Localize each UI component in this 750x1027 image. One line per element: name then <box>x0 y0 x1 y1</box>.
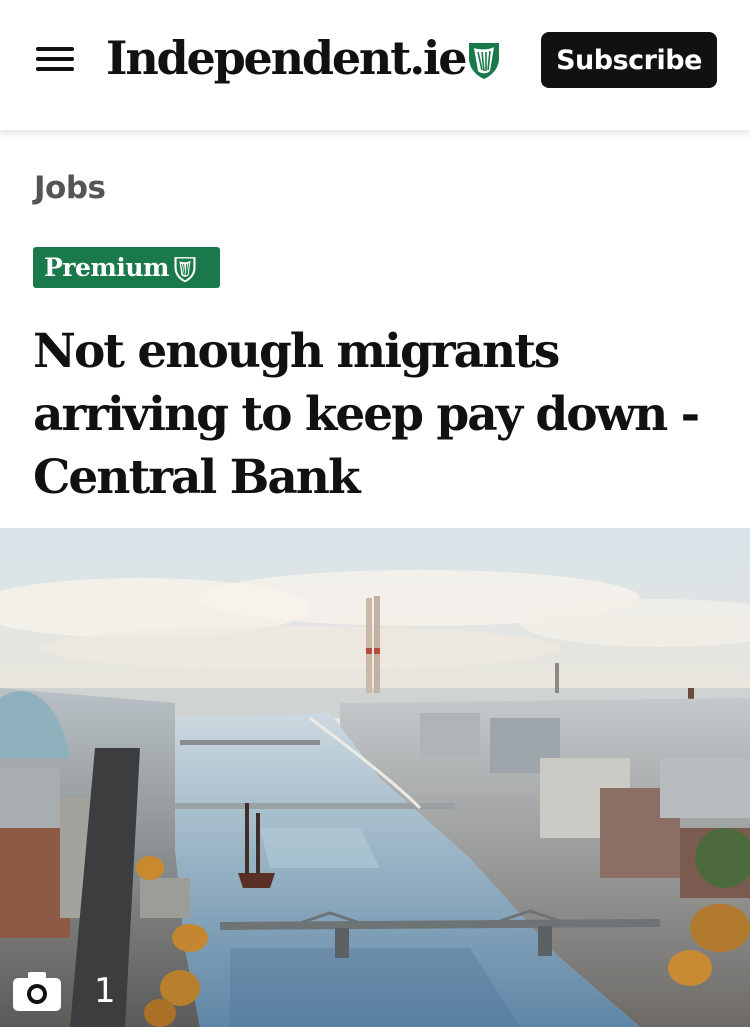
site-logo[interactable]: Independent.ie <box>106 28 501 88</box>
logo-text: Independent.ie <box>106 31 468 85</box>
premium-label: Premium <box>44 253 169 282</box>
image-count: 1 <box>94 970 116 1011</box>
section-label[interactable]: Jobs <box>34 170 106 206</box>
subscribe-button[interactable]: Subscribe <box>541 32 717 88</box>
site-header: Independent.ie Subscribe <box>0 0 750 130</box>
hero-image[interactable] <box>0 528 750 1027</box>
article-headline: Not enough migrants arriving to keep pay… <box>33 324 700 505</box>
harp-shield-icon <box>173 255 197 283</box>
premium-badge: Premium <box>33 247 220 288</box>
photo-gallery-button[interactable]: 1 <box>0 954 128 1027</box>
harp-shield-icon <box>467 40 501 80</box>
camera-icon <box>12 970 62 1012</box>
hamburger-menu-icon[interactable] <box>36 45 76 73</box>
